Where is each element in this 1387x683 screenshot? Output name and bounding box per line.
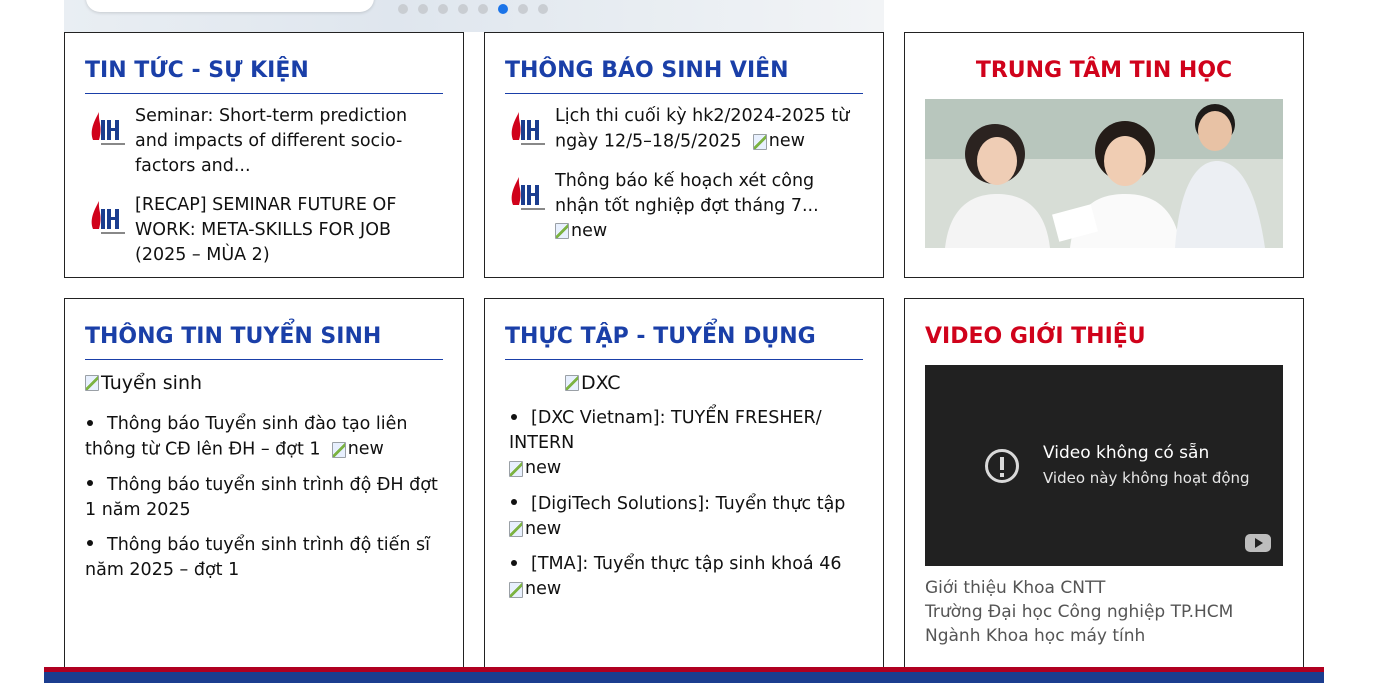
carousel-dot[interactable] [438, 4, 448, 14]
admissions-image[interactable]: Tuyển sinh [85, 372, 443, 394]
broken-image-icon [331, 441, 346, 458]
carousel-dot[interactable] [538, 4, 548, 14]
iuh-logo-icon [91, 201, 125, 234]
it-center-card: TRUNG TÂM TIN HỌC [904, 32, 1304, 278]
list-item-text[interactable]: Thông báo tuyển sinh trình độ tiến sĩ nă… [85, 535, 430, 580]
dxc-image-alt: DXC [581, 372, 621, 394]
video-card: VIDEO GIỚI THIỆU Video không có sẵn Vide… [904, 298, 1304, 668]
banner-caption-card [86, 0, 374, 12]
youtube-icon[interactable] [1245, 534, 1271, 552]
internship-card: THỰC TẬP - TUYỂN DỤNG DXC [DXC Vietnam]:… [484, 298, 884, 668]
bullet [87, 480, 93, 486]
video-line: Trường Đại học Công nghiệp TP.HCM [925, 602, 1234, 622]
broken-image-icon [509, 581, 523, 598]
bullet [511, 499, 517, 505]
new-badge: new [331, 437, 384, 462]
bullet [87, 419, 93, 426]
list-item[interactable]: [DXC Vietnam]: TUYỂN FRESHER/ INTERN new [505, 406, 863, 482]
video-line: Giới thiệu Khoa CNTT [925, 578, 1106, 598]
video-title[interactable]: VIDEO GIỚI THIỆU [925, 323, 1283, 351]
broken-image-icon [85, 375, 99, 391]
new-badge-alt: new [571, 220, 608, 241]
internship-list: [DXC Vietnam]: TUYỂN FRESHER/ INTERN new … [505, 406, 863, 603]
carousel-dot[interactable] [518, 4, 528, 14]
footer-bar [44, 667, 1324, 683]
news-item-text[interactable]: Seminar: Short-term prediction and impac… [135, 104, 443, 179]
admissions-list: Thông báo Tuyển sinh đào tạo liên thông … [85, 412, 443, 583]
divider [505, 93, 863, 94]
video-unavailable-message: Video không có sẵn Video này không hoạt … [1043, 441, 1250, 489]
carousel-dot-active[interactable] [498, 4, 508, 14]
video-description: Giới thiệu Khoa CNTT Trường Đại học Công… [925, 576, 1283, 648]
iuh-logo-icon [91, 112, 125, 145]
new-badge-alt: new [525, 518, 562, 539]
students-photo[interactable] [925, 99, 1283, 248]
video-line: Ngành Khoa học máy tính [925, 626, 1146, 646]
iuh-logo-icon [511, 176, 545, 210]
admissions-image-alt: Tuyển sinh [101, 372, 203, 394]
divider [85, 93, 443, 94]
carousel-dot[interactable] [398, 4, 408, 14]
it-center-title[interactable]: TRUNG TÂM TIN HỌC [925, 57, 1283, 85]
news-item-text[interactable]: [RECAP] SEMINAR FUTURE OF WORK: META-SKI… [135, 193, 443, 268]
list-item[interactable]: [DigiTech Solutions]: Tuyển thực tập new [505, 492, 863, 543]
student-notices-title[interactable]: THÔNG BÁO SINH VIÊN [505, 57, 863, 85]
new-badge: new [509, 456, 561, 481]
new-badge-alt: new [347, 439, 384, 459]
list-item-text[interactable]: [DigiTech Solutions]: Tuyển thực tập [531, 494, 845, 514]
carousel-dot[interactable] [458, 4, 468, 14]
broken-image: Tuyển sinh [85, 372, 202, 394]
notice-item-label[interactable]: Lịch thi cuối kỳ hk2/2024-2025 từ ngày 1… [555, 106, 849, 152]
admissions-card: THÔNG TIN TUYỂN SINH Tuyển sinh Thông bá… [64, 298, 464, 668]
notice-item-text[interactable]: Lịch thi cuối kỳ hk2/2024-2025 từ ngày 1… [555, 104, 863, 155]
list-item[interactable]: Thông báo tuyển sinh trình độ ĐH đợt 1 n… [85, 473, 443, 523]
video-player[interactable]: Video không có sẵn Video này không hoạt … [925, 365, 1283, 566]
list-item[interactable]: Thông báo tuyển sinh trình độ tiến sĩ nă… [85, 533, 443, 583]
new-badge: new [509, 517, 561, 542]
bullet [511, 413, 517, 420]
bullet [511, 559, 517, 566]
broken-image: DXC [565, 372, 621, 394]
notice-item[interactable]: Thông báo kế hoạch xét công nhận tốt ngh… [505, 169, 863, 245]
notice-item[interactable]: Lịch thi cuối kỳ hk2/2024-2025 từ ngày 1… [505, 104, 863, 155]
notice-item-text[interactable]: Thông báo kế hoạch xét công nhận tốt ngh… [555, 169, 863, 245]
student-notices-card: THÔNG BÁO SINH VIÊN Lịch thi cuối kỳ hk2… [484, 32, 884, 278]
broken-image-icon [752, 133, 767, 150]
broken-image-icon [509, 521, 523, 537]
students-photo-illustration [925, 99, 1283, 248]
new-badge-alt: new [525, 458, 562, 478]
divider [505, 359, 863, 360]
dxc-image[interactable]: DXC [505, 372, 863, 394]
news-item[interactable]: Seminar: Short-term prediction and impac… [85, 104, 443, 179]
new-badge: new [509, 577, 561, 602]
notice-item-label[interactable]: Thông báo kế hoạch xét công nhận tốt ngh… [555, 171, 819, 216]
news-card: TIN TỨC - SỰ KIỆN Seminar: Short-term pr… [64, 32, 464, 278]
internship-title[interactable]: THỰC TẬP - TUYỂN DỤNG [505, 323, 863, 351]
carousel-dots [398, 4, 548, 14]
video-unavailable-subtitle: Video này không hoạt động [1043, 469, 1250, 487]
carousel-dot[interactable] [478, 4, 488, 14]
list-item-text[interactable]: [DXC Vietnam]: TUYỂN FRESHER/ INTERN [509, 408, 822, 453]
news-title[interactable]: TIN TỨC - SỰ KIỆN [85, 57, 443, 85]
list-item-text[interactable]: Thông báo tuyển sinh trình độ ĐH đợt 1 n… [85, 475, 438, 520]
video-unavailable-title: Video không có sẵn [1043, 443, 1210, 463]
new-badge: new [555, 219, 607, 244]
list-item[interactable]: Thông báo Tuyển sinh đào tạo liên thông … [85, 412, 443, 463]
broken-image-icon [565, 375, 579, 391]
iuh-logo-icon [511, 112, 545, 145]
error-icon [985, 449, 1019, 483]
new-badge-alt: new [768, 131, 805, 151]
hero-banner [64, 0, 884, 32]
broken-image-icon [509, 460, 523, 477]
bullet [87, 540, 93, 546]
new-badge-alt: new [525, 579, 562, 599]
admissions-title[interactable]: THÔNG TIN TUYỂN SINH [85, 323, 443, 351]
list-item-text[interactable]: [TMA]: Tuyển thực tập sinh khoá 46 [531, 554, 841, 574]
news-item[interactable]: [RECAP] SEMINAR FUTURE OF WORK: META-SKI… [85, 193, 443, 268]
carousel-dot[interactable] [418, 4, 428, 14]
broken-image-icon [555, 223, 569, 239]
divider [85, 359, 443, 360]
new-badge: new [752, 129, 805, 154]
list-item[interactable]: [TMA]: Tuyển thực tập sinh khoá 46 new [505, 552, 863, 603]
